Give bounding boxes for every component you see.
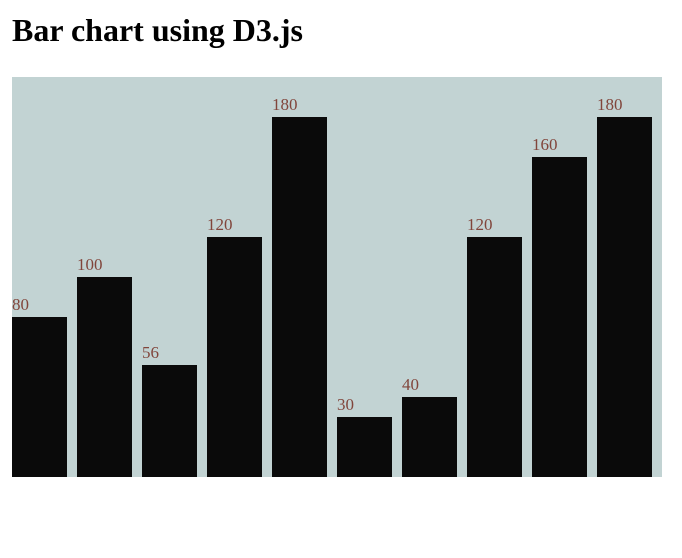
bar-label: 180	[272, 95, 298, 115]
bar	[597, 117, 652, 477]
bar	[272, 117, 327, 477]
bar	[12, 317, 67, 477]
bar-label: 80	[12, 295, 29, 315]
bar	[467, 237, 522, 477]
bar	[337, 417, 392, 477]
bar-label: 120	[467, 215, 493, 235]
bar-label: 160	[532, 135, 558, 155]
bar-label: 180	[597, 95, 623, 115]
bar-label: 30	[337, 395, 354, 415]
bar	[207, 237, 262, 477]
bar-label: 56	[142, 343, 159, 363]
bar	[77, 277, 132, 477]
bar-label: 120	[207, 215, 233, 235]
bar	[142, 365, 197, 477]
bar-chart: 80 100 56 120 180 30 40 120 160 180	[12, 77, 662, 477]
bar-label: 40	[402, 375, 419, 395]
page-title: Bar chart using D3.js	[12, 12, 670, 49]
bar	[402, 397, 457, 477]
bar-label: 100	[77, 255, 103, 275]
bar	[532, 157, 587, 477]
